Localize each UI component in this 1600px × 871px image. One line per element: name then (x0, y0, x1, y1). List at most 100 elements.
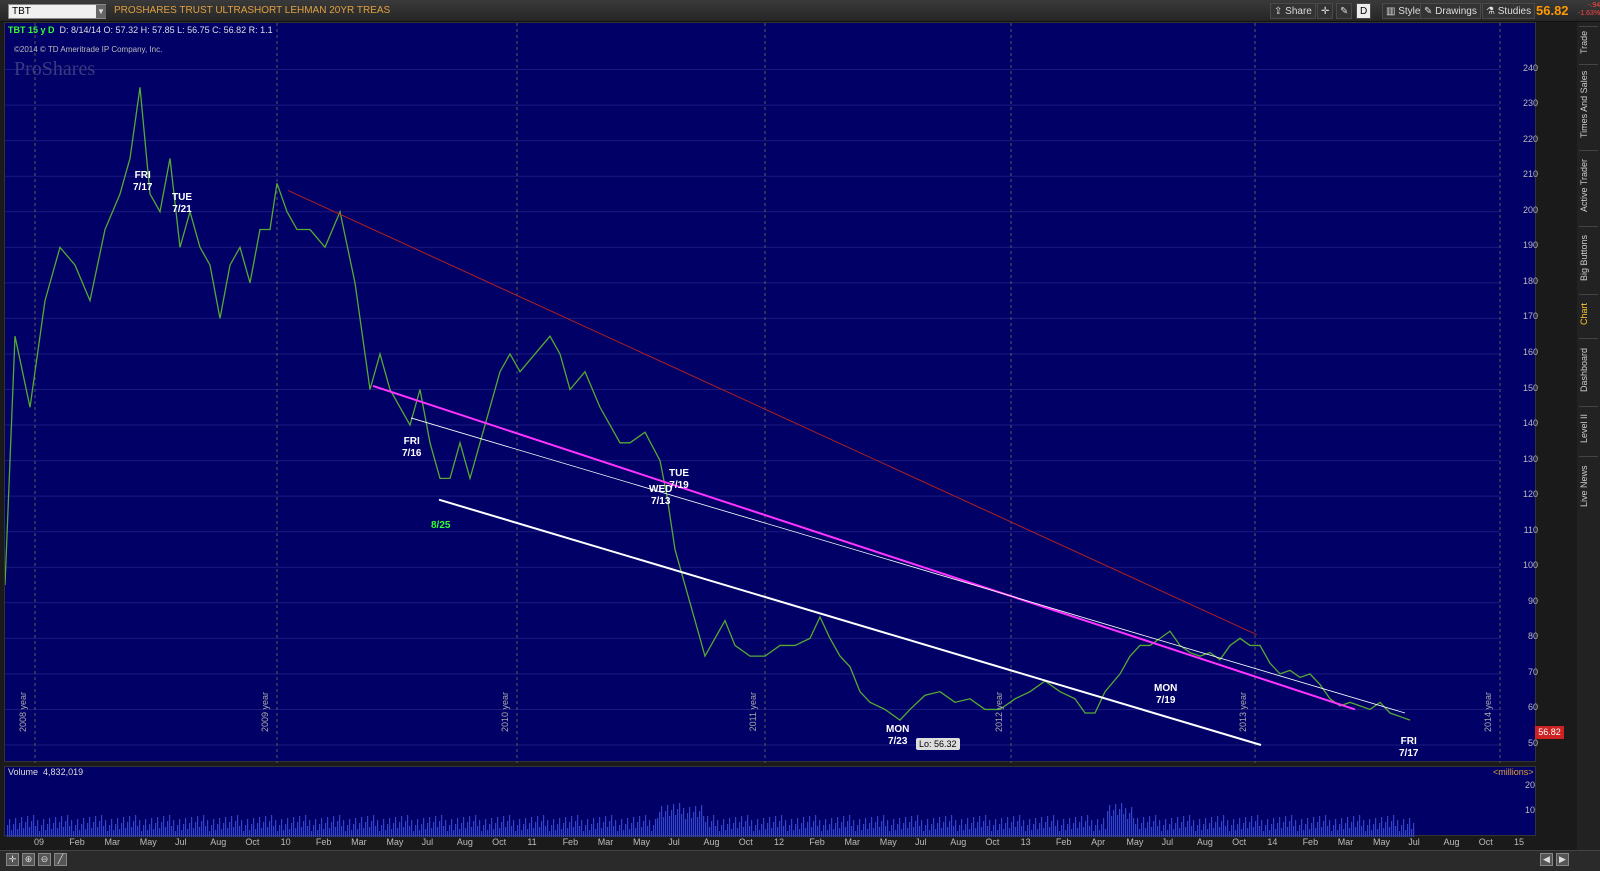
volume-bar (541, 821, 543, 837)
volume-bar (331, 822, 333, 837)
volume-bar (389, 818, 391, 837)
style-button[interactable]: ▥ Style (1382, 3, 1425, 19)
volume-bar (201, 821, 203, 837)
symbol-dropdown-icon[interactable]: ▼ (96, 5, 106, 18)
volume-bar (701, 805, 703, 837)
time-tick: Aug (950, 837, 967, 847)
volume-bar (123, 817, 125, 837)
zoom-in-icon[interactable]: ⊕ (22, 853, 35, 866)
volume-bar (875, 822, 877, 837)
volume-bar (927, 819, 929, 837)
volume-bar (847, 821, 849, 837)
volume-bar (571, 816, 573, 837)
volume-bar (1313, 817, 1315, 837)
volume-bar (633, 817, 635, 837)
symbol-input[interactable]: TBT (8, 4, 106, 19)
volume-bar (1277, 823, 1279, 837)
crosshair-icon[interactable]: ✛ (1317, 3, 1334, 19)
volume-bar (127, 822, 129, 837)
date-annotation: WED 7/13 (649, 484, 673, 507)
price-chart-panel[interactable] (4, 22, 1537, 763)
volume-bar (167, 821, 169, 837)
sidebar-tab[interactable]: Trade (1579, 26, 1598, 58)
volume-bar (433, 822, 435, 837)
sidebar-tab[interactable]: Times And Sales (1579, 64, 1598, 144)
time-tick: Aug (210, 837, 227, 847)
volume-header: Volume 4,832,019 (8, 767, 84, 777)
date-annotation: FRI 7/16 (402, 436, 422, 459)
volume-bar (365, 822, 367, 837)
volume-bar (945, 816, 947, 837)
scroll-right-icon[interactable]: ▶ (1556, 853, 1569, 866)
share-button[interactable]: ⇪ Share (1270, 3, 1316, 19)
volume-bar (1133, 818, 1135, 837)
volume-bar (509, 815, 511, 837)
time-tick: May (879, 837, 897, 847)
price-tick: 230 (1522, 98, 1538, 109)
volume-bar (121, 823, 123, 837)
volume-bar (411, 820, 413, 837)
price-series (5, 87, 1411, 721)
drawings-button[interactable]: ✎ Drawings (1420, 3, 1481, 19)
sidebar-tab[interactable]: Dashboard (1579, 338, 1598, 400)
volume-bar (659, 812, 661, 837)
time-tick: Mar (597, 837, 614, 847)
volume-bar (587, 819, 589, 837)
price-axis[interactable]: 240 230 220 210 200 190 180 170 160 150 140 130 120 1… (1518, 22, 1538, 762)
volume-bar (33, 815, 35, 837)
channel-trendline-magenta (372, 384, 1356, 711)
sidebar-tab[interactable]: Active Trader (1579, 150, 1598, 220)
volume-bar (501, 822, 503, 837)
volume-bar (1317, 822, 1319, 837)
volume-bar (129, 816, 131, 837)
volume-bar (575, 821, 577, 837)
volume-bar (189, 823, 191, 837)
volume-bar (263, 822, 265, 837)
volume-bar (157, 817, 159, 837)
volume-bar (681, 814, 683, 837)
volume-bar (849, 815, 851, 837)
volume-bar (775, 816, 777, 837)
volume-bar (695, 806, 697, 837)
volume-bar (1393, 815, 1395, 837)
low-price-tag: Lo: 56.32 (916, 738, 960, 750)
sidebar-tab[interactable]: Level II (1579, 406, 1598, 450)
volume-bar (729, 818, 731, 837)
volume-bar (1023, 820, 1025, 837)
studies-button[interactable]: ⚗ Studies (1482, 3, 1536, 19)
drawing-tool-icon[interactable]: ╱ (54, 853, 67, 866)
scroll-left-icon[interactable]: ◀ (1540, 853, 1553, 866)
price-chart[interactable] (5, 23, 1537, 763)
volume-bar (657, 818, 659, 837)
wrench-icon[interactable]: ✎ (1336, 3, 1353, 19)
price-tick: 140 (1522, 418, 1538, 429)
volume-bar (1001, 818, 1003, 837)
zoom-out-icon[interactable]: ⊖ (38, 853, 51, 866)
support-trendline (438, 498, 1262, 746)
status-bar (0, 850, 1600, 871)
volume-bar (53, 823, 55, 837)
time-axis[interactable]: 09 Feb Mar May Jul Aug Oct 10 Feb Mar May Jul Aug Oct… (4, 836, 1536, 850)
volume-bar (643, 821, 645, 837)
volume-bar (673, 804, 675, 837)
time-tick: Feb (315, 837, 332, 847)
volume-bar (767, 823, 769, 837)
volume-bar (213, 819, 215, 837)
time-tick: Feb (562, 837, 579, 847)
volume-panel[interactable] (4, 766, 1536, 837)
pan-icon[interactable]: ✛ (6, 853, 19, 866)
aggregation-button[interactable]: D (1356, 3, 1372, 19)
volume-bar (1063, 819, 1065, 837)
time-tick: 11 (527, 837, 537, 847)
sidebar-tab[interactable]: Chart (1579, 294, 1598, 332)
volume-bar (161, 822, 163, 837)
symbol-description: PROSHARES TRUST ULTRASHORT LEHMAN 20YR T… (114, 5, 391, 16)
volume-bar (191, 817, 193, 837)
volume-bar (707, 816, 709, 837)
sidebar-tab[interactable]: Big Buttons (1579, 226, 1598, 288)
volume-bar (837, 817, 839, 837)
volume-bar (1391, 821, 1393, 837)
volume-bar (713, 815, 715, 837)
volume-bar (485, 819, 487, 837)
sidebar-tab[interactable]: Live News (1579, 456, 1598, 516)
